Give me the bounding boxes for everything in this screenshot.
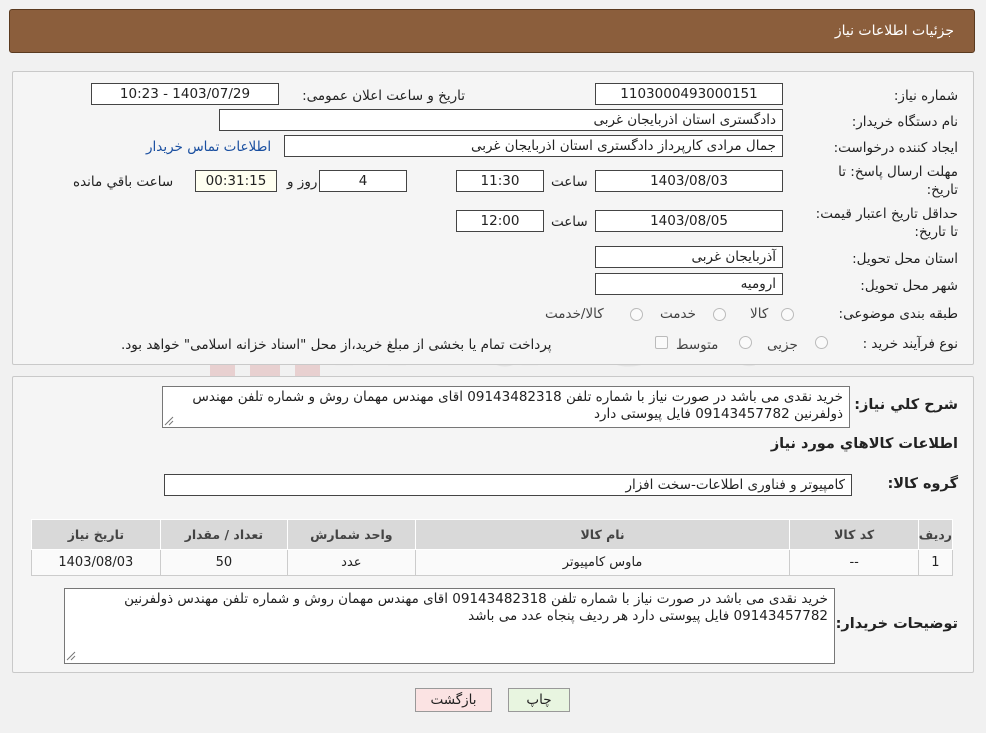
print-button[interactable]: چاپ <box>508 688 570 712</box>
goods-group-field: کامپیوتر و فناوری اطلاعات-سخت افزار <box>164 474 852 496</box>
remaining-time-label: ساعت باقي مانده <box>73 174 174 190</box>
col-unit-header: واحد شمارش <box>287 519 416 550</box>
price-validity-label: حداقل تاریخ اعتبار قیمت: تا تاریخ: <box>815 206 958 240</box>
back-button[interactable]: بازگشت <box>415 688 492 712</box>
category-option-service: خدمت <box>660 306 696 322</box>
price-validity-time-field: 12:00 <box>456 210 544 232</box>
remaining-time-field: 00:31:15 <box>195 170 277 192</box>
purchase-type-label: نوع فرآیند خرید : <box>862 336 958 352</box>
province-label: استان محل تحویل: <box>852 251 958 267</box>
col-row-header: ردیف <box>917 519 954 550</box>
resize-handle-icon[interactable] <box>164 416 174 426</box>
city-label: شهر محل تحویل: <box>860 278 958 294</box>
goods-info-title: اطلاعات کالاهاي مورد نياز <box>770 436 958 452</box>
creator-field: جمال مرادی کارپرداز دادگستری استان اذربا… <box>284 135 783 157</box>
col-qty-header: تعداد / مقدار <box>159 519 289 550</box>
category-option-goods: کالا <box>750 306 769 322</box>
purchase-radio-minor[interactable] <box>815 336 828 349</box>
buyer-org-field: دادگستری استان اذربایجان غربی <box>219 109 783 131</box>
purchase-option-medium: متوسط <box>676 337 719 353</box>
cell-unit: عدد <box>287 549 416 576</box>
price-validity-date-field: 1403/08/05 <box>595 210 783 232</box>
reply-date-field: 1403/08/03 <box>595 170 783 192</box>
cell-date: 1403/08/03 <box>31 549 161 576</box>
city-field: ارومیه <box>595 273 783 295</box>
cell-row: 1 <box>917 549 954 576</box>
need-number-label: شماره نیاز: <box>893 88 958 104</box>
treasury-checkbox[interactable] <box>655 336 668 349</box>
goods-table-container: ردیف کد کالا نام کالا واحد شمارش تعداد /… <box>31 519 954 576</box>
treasury-note: پرداخت تمام یا بخشی از مبلغ خرید،از محل … <box>121 337 552 353</box>
cell-code: -- <box>789 549 919 576</box>
goods-group-label: گروه کالا: <box>887 476 958 492</box>
buyer-notes-textarea: خرید نقدی می باشد در صورت نیاز با شماره … <box>64 588 835 664</box>
buyer-org-label: نام دستگاه خریدار: <box>851 114 958 130</box>
price-validity-time-label: ساعت <box>551 214 588 230</box>
cell-name: ماوس کامپیوتر <box>414 549 791 576</box>
buyer-notes-text: خرید نقدی می باشد در صورت نیاز با شماره … <box>124 591 828 624</box>
need-number-field: 1103000493000151 <box>595 83 783 105</box>
creator-label: ایجاد کننده درخواست: <box>833 140 958 156</box>
province-field: آذربایجان غربی <box>595 246 783 268</box>
page-title: جزئیات اطلاعات نیاز <box>834 23 954 39</box>
announce-date-field: 1403/07/29 - 10:23 <box>91 83 279 105</box>
table-header-row: ردیف کد کالا نام کالا واحد شمارش تعداد /… <box>31 519 954 550</box>
description-text: خرید نقدی می باشد در صورت نیاز با شماره … <box>192 389 843 422</box>
days-label: روز و <box>287 174 318 190</box>
goods-table: ردیف کد کالا نام کالا واحد شمارش تعداد /… <box>31 519 954 576</box>
category-option-goods-service: کالا/خدمت <box>545 306 604 322</box>
reply-days-field: 4 <box>319 170 407 192</box>
table-row: 1 -- ماوس کامپیوتر عدد 50 1403/08/03 <box>31 549 954 576</box>
buyer-contact-link[interactable]: اطلاعات تماس خریدار <box>146 139 271 155</box>
announce-date-label: تاریخ و ساعت اعلان عمومی: <box>302 88 465 104</box>
purchase-radio-medium[interactable] <box>739 336 752 349</box>
col-code-header: کد کالا <box>789 519 919 550</box>
category-radio-goods-service[interactable] <box>630 308 643 321</box>
description-textarea: خرید نقدی می باشد در صورت نیاز با شماره … <box>162 386 850 428</box>
resize-handle-icon[interactable] <box>66 651 76 661</box>
category-radio-goods[interactable] <box>781 308 794 321</box>
cell-qty: 50 <box>159 549 289 576</box>
description-label: شرح کلي نياز: <box>854 397 958 413</box>
category-label: طبقه بندی موضوعی: <box>838 306 958 322</box>
col-date-header: تاریخ نیاز <box>31 519 161 550</box>
category-radio-service[interactable] <box>713 308 726 321</box>
reply-time-label: ساعت <box>551 174 588 190</box>
reply-time-field: 11:30 <box>456 170 544 192</box>
purchase-option-minor: جزیی <box>767 337 798 353</box>
reply-deadline-label: مهلت ارسال پاسخ: تا تاریخ: <box>838 164 958 198</box>
buyer-notes-label: توضیحات خریدار: <box>835 616 958 632</box>
page-header: جزئیات اطلاعات نیاز <box>9 9 975 53</box>
col-name-header: نام کالا <box>414 519 791 550</box>
